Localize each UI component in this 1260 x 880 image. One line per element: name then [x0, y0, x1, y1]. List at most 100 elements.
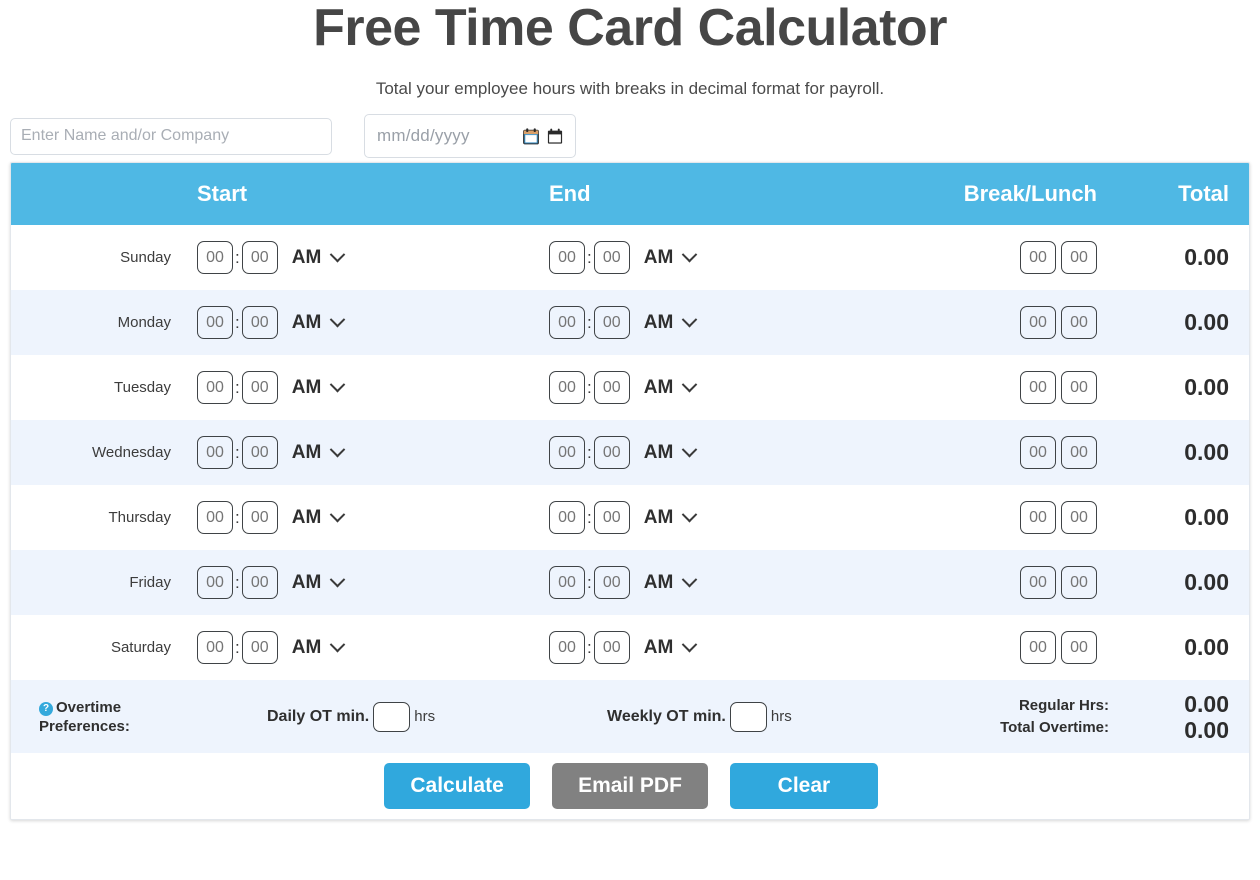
end-hour-input[interactable] — [549, 566, 585, 599]
start-minute-input[interactable] — [241, 371, 278, 404]
email-pdf-button[interactable]: Email PDF — [552, 763, 708, 809]
end-minute-input[interactable] — [593, 306, 630, 339]
end-meridiem-select[interactable]: AM — [644, 247, 698, 269]
start-hour-input[interactable] — [197, 371, 233, 404]
start-time-colon: : — [235, 378, 240, 397]
end-hour-input[interactable] — [549, 436, 585, 469]
start-hour-input[interactable] — [197, 306, 233, 339]
start-hour-input[interactable] — [197, 241, 233, 274]
page-subtitle: Total your employee hours with breaks in… — [375, 79, 885, 98]
end-minute-input[interactable] — [593, 631, 630, 664]
end-meridiem-select[interactable]: AM — [644, 442, 698, 464]
page-title: Free Time Card Calculator — [313, 0, 947, 57]
calculate-button[interactable]: Calculate — [384, 763, 531, 809]
break-time-group — [901, 566, 1123, 599]
end-minute-input[interactable] — [593, 436, 630, 469]
start-hour-input[interactable] — [197, 566, 233, 599]
end-minute-input[interactable] — [593, 566, 630, 599]
start-meridiem-select[interactable]: AM — [292, 572, 346, 594]
start-hour-input[interactable] — [197, 631, 233, 664]
weekly-ot-label: Weekly OT min. — [607, 707, 726, 725]
end-meridiem-select[interactable]: AM — [644, 637, 698, 659]
start-minute-input[interactable] — [241, 306, 278, 339]
total-overtime-value: 0.00 — [1184, 716, 1229, 743]
break-hour-input[interactable] — [1020, 241, 1056, 274]
break-cell — [901, 290, 1123, 355]
weekly-ot-input[interactable] — [729, 701, 767, 732]
column-header-start: Start — [189, 163, 541, 225]
start-time-group: : AM — [189, 631, 541, 664]
start-cell: : AM — [189, 550, 541, 615]
start-minute-input[interactable] — [241, 631, 278, 664]
start-meridiem-value: AM — [291, 636, 322, 658]
name-company-input[interactable] — [10, 117, 332, 155]
end-meridiem-select[interactable]: AM — [644, 377, 698, 399]
day-label: Saturday — [110, 639, 171, 656]
row-total: 0.00 — [1184, 244, 1229, 270]
break-minute-input[interactable] — [1061, 306, 1097, 339]
table-row: Friday: AM: AM 0.00 — [11, 550, 1249, 615]
end-hour-input[interactable] — [549, 306, 585, 339]
break-minute-input[interactable] — [1061, 371, 1097, 404]
start-time-group: : AM — [189, 241, 541, 274]
table-header: Start End Break/Lunch Total — [11, 163, 1249, 225]
end-time-colon: : — [587, 508, 592, 527]
end-cell: : AM — [541, 550, 901, 615]
break-hour-input[interactable] — [1020, 501, 1056, 534]
table-row: Sunday: AM: AM 0.00 — [11, 225, 1249, 290]
break-hour-input[interactable] — [1020, 631, 1056, 664]
clear-button[interactable]: Clear — [729, 763, 878, 809]
end-meridiem-select[interactable]: AM — [644, 571, 698, 594]
break-hour-input[interactable] — [1020, 306, 1056, 339]
end-cell: : AM — [541, 615, 901, 680]
start-meridiem-select[interactable]: AM — [292, 507, 346, 529]
end-meridiem-select[interactable]: AM — [644, 507, 698, 529]
start-meridiem-select[interactable]: AM — [291, 376, 346, 399]
start-meridiem-value: AM — [291, 246, 322, 268]
start-meridiem-value: AM — [291, 376, 322, 398]
break-hour-input[interactable] — [1020, 566, 1056, 599]
start-meridiem-select[interactable]: AM — [291, 636, 346, 659]
start-hour-input[interactable] — [197, 501, 233, 534]
chevron-down-icon — [682, 571, 698, 588]
start-minute-input[interactable] — [241, 241, 278, 274]
weekly-ot-cell: Weekly OT min. hrs — [541, 680, 901, 753]
chevron-down-icon — [330, 376, 346, 393]
question-mark-icon[interactable]: ? — [39, 701, 53, 716]
end-hour-input[interactable] — [549, 501, 585, 534]
date-input[interactable]: mm/dd/yyyy — [364, 114, 576, 158]
start-meridiem-select[interactable]: AM — [291, 246, 346, 269]
daily-ot-field-group: Daily OT min. hrs — [267, 701, 435, 732]
end-hour-input[interactable] — [549, 371, 585, 404]
start-minute-input[interactable] — [241, 501, 278, 534]
start-hour-input[interactable] — [197, 436, 233, 469]
break-time-group — [901, 631, 1123, 664]
end-minute-input[interactable] — [593, 371, 630, 404]
calendar-picker-icon[interactable] — [547, 128, 563, 145]
break-minute-input[interactable] — [1061, 631, 1097, 664]
end-meridiem-select[interactable]: AM — [644, 312, 698, 334]
break-hour-input[interactable] — [1020, 436, 1056, 469]
time-card-calculator-page: Free Time Card Calculator Total your emp… — [0, 0, 1260, 880]
start-time-group: : AM — [189, 566, 541, 599]
break-time-group — [901, 436, 1123, 469]
break-minute-input[interactable] — [1061, 241, 1097, 274]
end-minute-input[interactable] — [593, 241, 630, 274]
end-hour-input[interactable] — [549, 631, 585, 664]
summary-labels: Regular Hrs: Total Overtime: — [901, 680, 1123, 753]
chevron-down-icon — [330, 246, 346, 263]
break-hour-input[interactable] — [1020, 371, 1056, 404]
start-meridiem-select[interactable]: AM — [292, 312, 346, 334]
end-hour-input[interactable] — [549, 241, 585, 274]
table-footer: ? Overtime Preferences: Daily OT min. hrs — [11, 680, 1249, 819]
start-meridiem-select[interactable]: AM — [292, 442, 346, 464]
calendar-icon[interactable] — [523, 127, 539, 145]
break-minute-input[interactable] — [1061, 566, 1097, 599]
break-minute-input[interactable] — [1061, 436, 1097, 469]
end-minute-input[interactable] — [593, 501, 630, 534]
table-row: Tuesday: AM: AM 0.00 — [11, 355, 1249, 420]
break-minute-input[interactable] — [1061, 501, 1097, 534]
start-minute-input[interactable] — [241, 436, 278, 469]
start-minute-input[interactable] — [241, 566, 278, 599]
daily-ot-input[interactable] — [373, 701, 411, 732]
